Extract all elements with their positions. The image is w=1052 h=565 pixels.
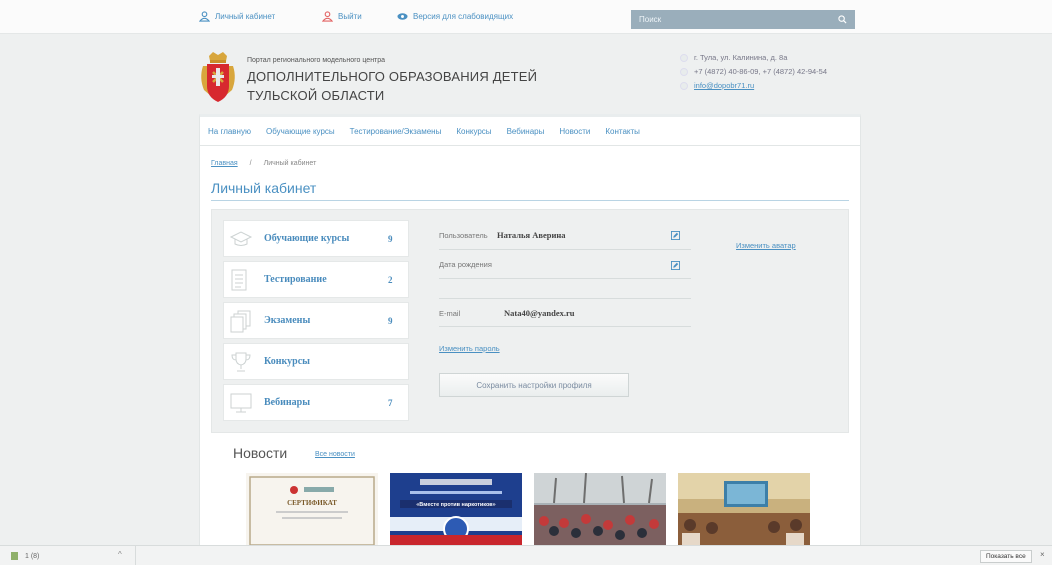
news-heading: Новости — [233, 445, 288, 461]
main-content: Главная / Личный кабинет Личный кабинет … — [199, 146, 861, 545]
field-divider — [439, 278, 691, 279]
title-divider — [211, 200, 849, 201]
menu-item-label: Обучающие курсы — [264, 233, 350, 244]
menu-item-testing[interactable]: Тестирование 2 — [223, 261, 409, 298]
menu-item-count: 9 — [388, 315, 393, 326]
cabinet-link-label: Личный кабинет — [215, 12, 276, 21]
news-thumb-poster[interactable]: «Вместе против наркотиков» — [390, 473, 522, 545]
graduation-cap-icon — [229, 230, 253, 246]
menu-item-courses[interactable]: Обучающие курсы 9 — [223, 220, 409, 257]
close-icon[interactable]: × — [1040, 550, 1045, 559]
change-avatar-link[interactable]: Изменить аватар — [736, 241, 796, 250]
portal-subtitle: Портал регионального модельного центра — [247, 57, 386, 64]
menu-item-label: Тестирование — [264, 274, 327, 285]
portal-title[interactable]: ДОПОЛНИТЕЛЬНОГО ОБРАЗОВАНИЯ ДЕТЕЙ ТУЛЬСК… — [247, 67, 537, 105]
downloads-bar: 1 (8) ^ Показать все × — [0, 545, 1052, 565]
user-value: Наталья Аверина — [497, 230, 566, 240]
email-link[interactable]: info@dopobr71.ru — [694, 81, 754, 90]
nav-home[interactable]: На главную — [208, 127, 251, 136]
location-icon — [680, 53, 688, 62]
nav-contacts[interactable]: Контакты — [605, 127, 640, 136]
seminar-image — [678, 473, 810, 545]
menu-item-webinars[interactable]: Вебинары 7 — [223, 384, 409, 421]
search-icon[interactable] — [838, 15, 847, 24]
menu-item-contests[interactable]: Конкурсы — [223, 343, 409, 380]
certificate-text: СЕРТИФИКАТ — [287, 499, 337, 507]
change-password-link[interactable]: Изменить пароль — [439, 344, 500, 353]
nav-webinars[interactable]: Вебинары — [507, 127, 545, 136]
top-bar: Личный кабинет Выйти Версия для слабовид… — [0, 0, 1052, 34]
main-nav: На главную Обучающие курсы Тестирование/… — [199, 114, 861, 146]
field-divider — [439, 249, 691, 250]
breadcrumb-current: Личный кабинет — [263, 160, 317, 167]
contact-address: г. Тула, ул. Калинина, д. 8а — [680, 53, 787, 62]
nav-courses[interactable]: Обучающие курсы — [266, 127, 335, 136]
menu-item-exams[interactable]: Экзамены 9 — [223, 302, 409, 339]
downloads-divider — [135, 546, 136, 565]
news-thumb-certificate[interactable]: СЕРТИФИКАТ — [246, 473, 378, 545]
search-box — [631, 10, 855, 29]
email-label: E-mail — [439, 309, 461, 318]
certificate-image: СЕРТИФИКАТ — [246, 473, 378, 545]
news-thumb-crowd[interactable] — [534, 473, 666, 545]
eye-icon — [397, 13, 408, 20]
user-label: Пользователь — [439, 231, 488, 240]
email-value: Nata40@yandex.ru — [504, 308, 575, 318]
logout-link-label: Выйти — [338, 12, 362, 21]
checklist-icon — [231, 269, 247, 290]
documents-icon — [230, 310, 251, 332]
poster-text: «Вместе против наркотиков» — [416, 502, 496, 508]
nav-news[interactable]: Новости — [559, 127, 590, 136]
monitor-icon — [230, 393, 252, 412]
contact-email[interactable]: info@dopobr71.ru — [680, 81, 754, 90]
accessibility-link-label: Версия для слабовидящих — [413, 12, 514, 21]
edit-icon[interactable] — [671, 231, 680, 240]
user-icon — [199, 11, 210, 22]
nav-testing[interactable]: Тестирование/Экзамены — [350, 127, 442, 136]
all-news-link[interactable]: Все новости — [315, 451, 355, 458]
logout-link[interactable]: Выйти — [322, 11, 362, 22]
chevron-up-icon[interactable]: ^ — [118, 550, 122, 559]
cabinet-link[interactable]: Личный кабинет — [199, 11, 275, 22]
anti-drug-poster-image: «Вместе против наркотиков» — [390, 473, 522, 545]
edit-icon[interactable] — [671, 261, 680, 270]
phone-icon — [680, 67, 688, 76]
contact-phone: +7 (4872) 40-86-09, +7 (4872) 42-94-54 — [680, 67, 827, 76]
trophy-icon — [231, 352, 251, 371]
menu-item-label: Вебинары — [264, 397, 311, 408]
tula-coat-of-arms-logo[interactable] — [199, 50, 237, 106]
breadcrumb: Главная / Личный кабинет — [211, 160, 316, 167]
mail-icon — [680, 81, 688, 90]
save-profile-button[interactable]: Сохранить настройки профиля — [439, 373, 629, 397]
search-input[interactable] — [639, 15, 819, 24]
phone-text: +7 (4872) 40-86-09, +7 (4872) 42-94-54 — [694, 67, 828, 76]
breadcrumb-separator: / — [249, 160, 252, 167]
file-icon — [11, 552, 18, 560]
field-divider — [439, 298, 691, 299]
field-divider — [439, 326, 691, 327]
menu-item-count: 9 — [388, 233, 393, 244]
nav-contests[interactable]: Конкурсы — [456, 127, 491, 136]
address-text: г. Тула, ул. Калинина, д. 8а — [694, 53, 788, 62]
download-item[interactable]: 1 (8) — [10, 551, 39, 561]
menu-item-count: 7 — [388, 397, 393, 408]
portal-title-line2: ТУЛЬСКОЙ ОБЛАСТИ — [247, 88, 385, 103]
show-all-downloads-button[interactable]: Показать все — [980, 550, 1032, 563]
outdoor-event-image — [534, 473, 666, 545]
birth-label: Дата рождения — [439, 260, 492, 269]
profile-panel: Обучающие курсы 9 Тестирование 2 Экзамен… — [211, 209, 849, 433]
page-title: Личный кабинет — [211, 180, 317, 196]
menu-item-label: Экзамены — [264, 315, 311, 326]
portal-title-line1: ДОПОЛНИТЕЛЬНОГО ОБРАЗОВАНИЯ ДЕТЕЙ — [247, 69, 538, 84]
accessibility-link[interactable]: Версия для слабовидящих — [397, 11, 513, 22]
breadcrumb-home[interactable]: Главная — [211, 160, 238, 167]
menu-item-count: 2 — [388, 274, 393, 285]
user-icon — [322, 11, 333, 22]
menu-item-label: Конкурсы — [264, 356, 310, 367]
news-thumb-seminar[interactable] — [678, 473, 810, 545]
download-item-label: 1 (8) — [25, 552, 40, 560]
